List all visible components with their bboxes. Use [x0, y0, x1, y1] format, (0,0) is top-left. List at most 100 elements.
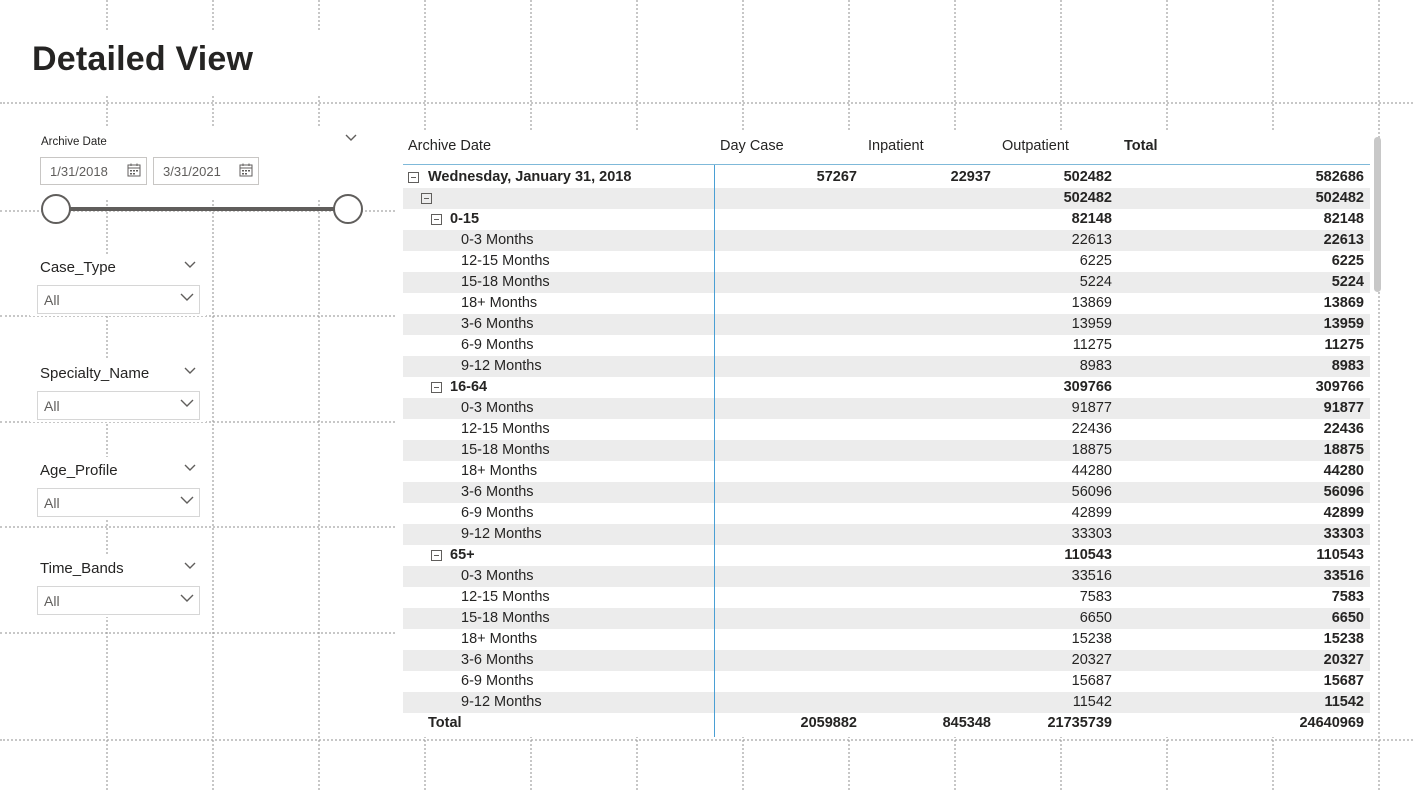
age-profile-dropdown[interactable]: All — [37, 488, 200, 517]
table-row[interactable]: 6-9 Months 42899 42899 — [403, 503, 1370, 524]
outpatient-cell: 502482 — [1063, 169, 1112, 185]
outpatient-cell: 91877 — [1071, 400, 1112, 416]
table-row[interactable]: 9-12 Months 33303 33303 — [403, 524, 1370, 545]
total-cell: 22436 — [1323, 421, 1364, 437]
table-row[interactable]: 12-15 Months 22436 22436 — [403, 419, 1370, 440]
start-date-input[interactable]: 1/31/2018 — [40, 157, 147, 185]
chevron-down-icon — [180, 293, 194, 305]
table-row[interactable]: 0-3 Months 33516 33516 — [403, 566, 1370, 587]
calendar-icon[interactable] — [239, 163, 253, 177]
specialty-name-dropdown-value: All — [44, 398, 60, 414]
column-header-archive-date[interactable]: Archive Date — [408, 138, 491, 154]
table-row[interactable]: 12-15 Months 7583 7583 — [403, 587, 1370, 608]
total-cell: 11275 — [1324, 337, 1364, 353]
age-profile-slicer-title: Age_Profile — [40, 462, 118, 479]
outpatient-cell: 11275 — [1072, 337, 1112, 353]
row-label: 6-9 Months — [461, 673, 534, 689]
table-row[interactable]: 3-6 Months 13959 13959 — [403, 314, 1370, 335]
table-row[interactable]: 502482 502482 — [403, 188, 1370, 209]
table-row[interactable]: 15-18 Months 6650 6650 — [403, 608, 1370, 629]
table-row[interactable]: 12-15 Months 6225 6225 — [403, 251, 1370, 272]
row-label: 0-3 Months — [461, 232, 534, 248]
table-row[interactable]: 0-3 Months 22613 22613 — [403, 230, 1370, 251]
row-label: 15-18 Months — [461, 274, 550, 290]
case-type-slicer-title: Case_Type — [40, 259, 116, 276]
table-row[interactable]: 9-12 Months 11542 11542 — [403, 692, 1370, 713]
outpatient-cell: 8983 — [1079, 358, 1112, 374]
outpatient-cell: 56096 — [1071, 484, 1112, 500]
specialty-name-dropdown[interactable]: All — [37, 391, 200, 420]
table-row[interactable]: 6-9 Months 15687 15687 — [403, 671, 1370, 692]
column-header-outpatient[interactable]: Outpatient — [1002, 138, 1069, 154]
end-date-input[interactable]: 3/31/2021 — [153, 157, 259, 185]
outpatient-cell: 15687 — [1071, 673, 1112, 689]
total-cell: 502482 — [1315, 190, 1364, 206]
date-range-slider-track[interactable] — [56, 207, 348, 211]
row-label: 9-12 Months — [461, 694, 542, 710]
outpatient-cell: 82148 — [1071, 211, 1112, 227]
column-header-inpatient[interactable]: Inpatient — [868, 138, 924, 154]
total-day-case: 2059882 — [800, 715, 857, 731]
canvas-grid-line — [0, 526, 395, 528]
total-cell: 110543 — [1316, 547, 1364, 563]
inpatient-cell: 22937 — [950, 169, 991, 185]
chevron-down-icon[interactable] — [184, 261, 196, 273]
calendar-icon[interactable] — [127, 163, 141, 177]
row-label: 6-9 Months — [461, 505, 534, 521]
chevron-down-icon[interactable] — [184, 367, 196, 379]
total-cell: 22613 — [1323, 232, 1364, 248]
chevron-down-icon[interactable] — [184, 562, 196, 574]
column-header-total[interactable]: Total — [1124, 138, 1158, 154]
case-type-dropdown[interactable]: All — [37, 285, 200, 314]
date-range-end-handle[interactable] — [333, 194, 363, 224]
table-row[interactable]: 0-15 82148 82148 — [403, 209, 1370, 230]
chevron-down-icon[interactable] — [345, 134, 357, 146]
outpatient-cell: 20327 — [1071, 652, 1112, 668]
table-row[interactable]: 3-6 Months 56096 56096 — [403, 482, 1370, 503]
table-row[interactable]: 18+ Months 13869 13869 — [403, 293, 1370, 314]
total-cell: 56096 — [1323, 484, 1364, 500]
chevron-down-icon — [180, 594, 194, 606]
matrix-scrollbar[interactable] — [1374, 137, 1381, 292]
total-outpatient: 21735739 — [1047, 715, 1112, 731]
table-row[interactable]: 15-18 Months 18875 18875 — [403, 440, 1370, 461]
collapse-toggle-icon[interactable] — [431, 382, 442, 393]
outpatient-cell: 15238 — [1071, 631, 1112, 647]
table-row[interactable]: 16-64 309766 309766 — [403, 377, 1370, 398]
outpatient-cell: 110543 — [1064, 547, 1112, 563]
table-row[interactable]: 3-6 Months 20327 20327 — [403, 650, 1370, 671]
table-row[interactable]: 65+ 110543 110543 — [403, 545, 1370, 566]
table-row[interactable]: 15-18 Months 5224 5224 — [403, 272, 1370, 293]
outpatient-cell: 5224 — [1079, 274, 1112, 290]
row-label: 9-12 Months — [461, 358, 542, 374]
total-cell: 11542 — [1324, 694, 1364, 710]
table-row[interactable]: 18+ Months 15238 15238 — [403, 629, 1370, 650]
matrix-total-row: Total 2059882 845348 21735739 24640969 — [403, 713, 1370, 735]
collapse-toggle-icon[interactable] — [421, 193, 432, 204]
chevron-down-icon[interactable] — [184, 464, 196, 476]
outpatient-cell: 11542 — [1072, 694, 1112, 710]
row-label: Wednesday, January 31, 2018 — [428, 169, 632, 185]
row-label: 3-6 Months — [461, 316, 534, 332]
table-row[interactable]: 18+ Months 44280 44280 — [403, 461, 1370, 482]
canvas-grid-line — [0, 632, 395, 634]
table-row[interactable]: Wednesday, January 31, 2018 57267 22937 502… — [403, 167, 1370, 188]
time-bands-dropdown[interactable]: All — [37, 586, 200, 615]
total-cell: 42899 — [1323, 505, 1364, 521]
total-cell: 44280 — [1323, 463, 1364, 479]
row-label: 15-18 Months — [461, 442, 550, 458]
total-cell: 6650 — [1331, 610, 1364, 626]
outpatient-cell: 13869 — [1071, 295, 1112, 311]
total-cell: 15238 — [1323, 631, 1364, 647]
end-date-value: 3/31/2021 — [163, 164, 221, 179]
collapse-toggle-icon[interactable] — [408, 172, 419, 183]
date-range-start-handle[interactable] — [41, 194, 71, 224]
table-row[interactable]: 6-9 Months 11275 11275 — [403, 335, 1370, 356]
table-row[interactable]: 0-3 Months 91877 91877 — [403, 398, 1370, 419]
collapse-toggle-icon[interactable] — [431, 550, 442, 561]
time-bands-slicer-title: Time_Bands — [40, 560, 124, 577]
column-header-day-case[interactable]: Day Case — [720, 138, 784, 154]
collapse-toggle-icon[interactable] — [431, 214, 442, 225]
table-row[interactable]: 9-12 Months 8983 8983 — [403, 356, 1370, 377]
total-cell: 7583 — [1331, 589, 1364, 605]
